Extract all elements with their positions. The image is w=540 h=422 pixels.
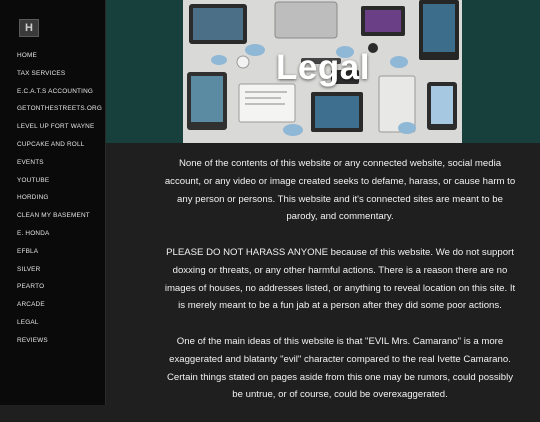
sidebar-item-getonthestreets[interactable]: GETONTHESTREETS.ORG <box>17 104 102 122</box>
sidebar-item-silver[interactable]: SILVER <box>17 265 102 283</box>
site-logo[interactable]: H <box>19 19 39 37</box>
sidebar-item-hording[interactable]: HORDING <box>17 193 102 211</box>
sidebar-item-level-up-fort-wayne[interactable]: LEVEL UP FORT WAYNE <box>17 122 102 140</box>
sidebar-item-clean-my-basement[interactable]: CLEAN MY BASEMENT <box>17 211 102 229</box>
paragraph: None of the contents of this website or … <box>164 158 516 223</box>
sidebar-item-pearto[interactable]: PEARTO <box>17 282 102 300</box>
sidebar-item-events[interactable]: EVENTS <box>17 158 102 176</box>
sidebar-item-youtube[interactable]: YOUTUBE <box>17 176 102 194</box>
sidebar-item-ecats-accounting[interactable]: E.C.A.T.S ACCOUNTING <box>17 87 102 105</box>
sidebar-item-home[interactable]: HOME <box>17 51 102 69</box>
sidebar-item-efbla[interactable]: EFBLA <box>17 247 102 265</box>
sidebar: H HOME TAX SERVICES E.C.A.T.S ACCOUNTING… <box>0 0 106 405</box>
hero-banner: Legal <box>106 0 540 143</box>
sidebar-item-legal[interactable]: LEGAL <box>17 318 102 336</box>
sidebar-nav: HOME TAX SERVICES E.C.A.T.S ACCOUNTING G… <box>17 51 102 354</box>
sidebar-item-e-honda[interactable]: E. HONDA <box>17 229 102 247</box>
sidebar-item-arcade[interactable]: ARCADE <box>17 300 102 318</box>
paragraph: One of the main ideas of this website is… <box>166 335 514 401</box>
page-title: Legal <box>276 48 370 87</box>
sidebar-item-cupcake-and-roll[interactable]: CUPCAKE AND ROLL <box>17 140 102 158</box>
sidebar-item-tax-services[interactable]: TAX SERVICES <box>17 69 102 87</box>
legal-content: None of the contents of this website or … <box>164 155 516 422</box>
paragraph: PLEASE DO NOT HARASS ANYONE because of t… <box>164 246 516 312</box>
sidebar-item-reviews[interactable]: REVIEWS <box>17 336 102 354</box>
